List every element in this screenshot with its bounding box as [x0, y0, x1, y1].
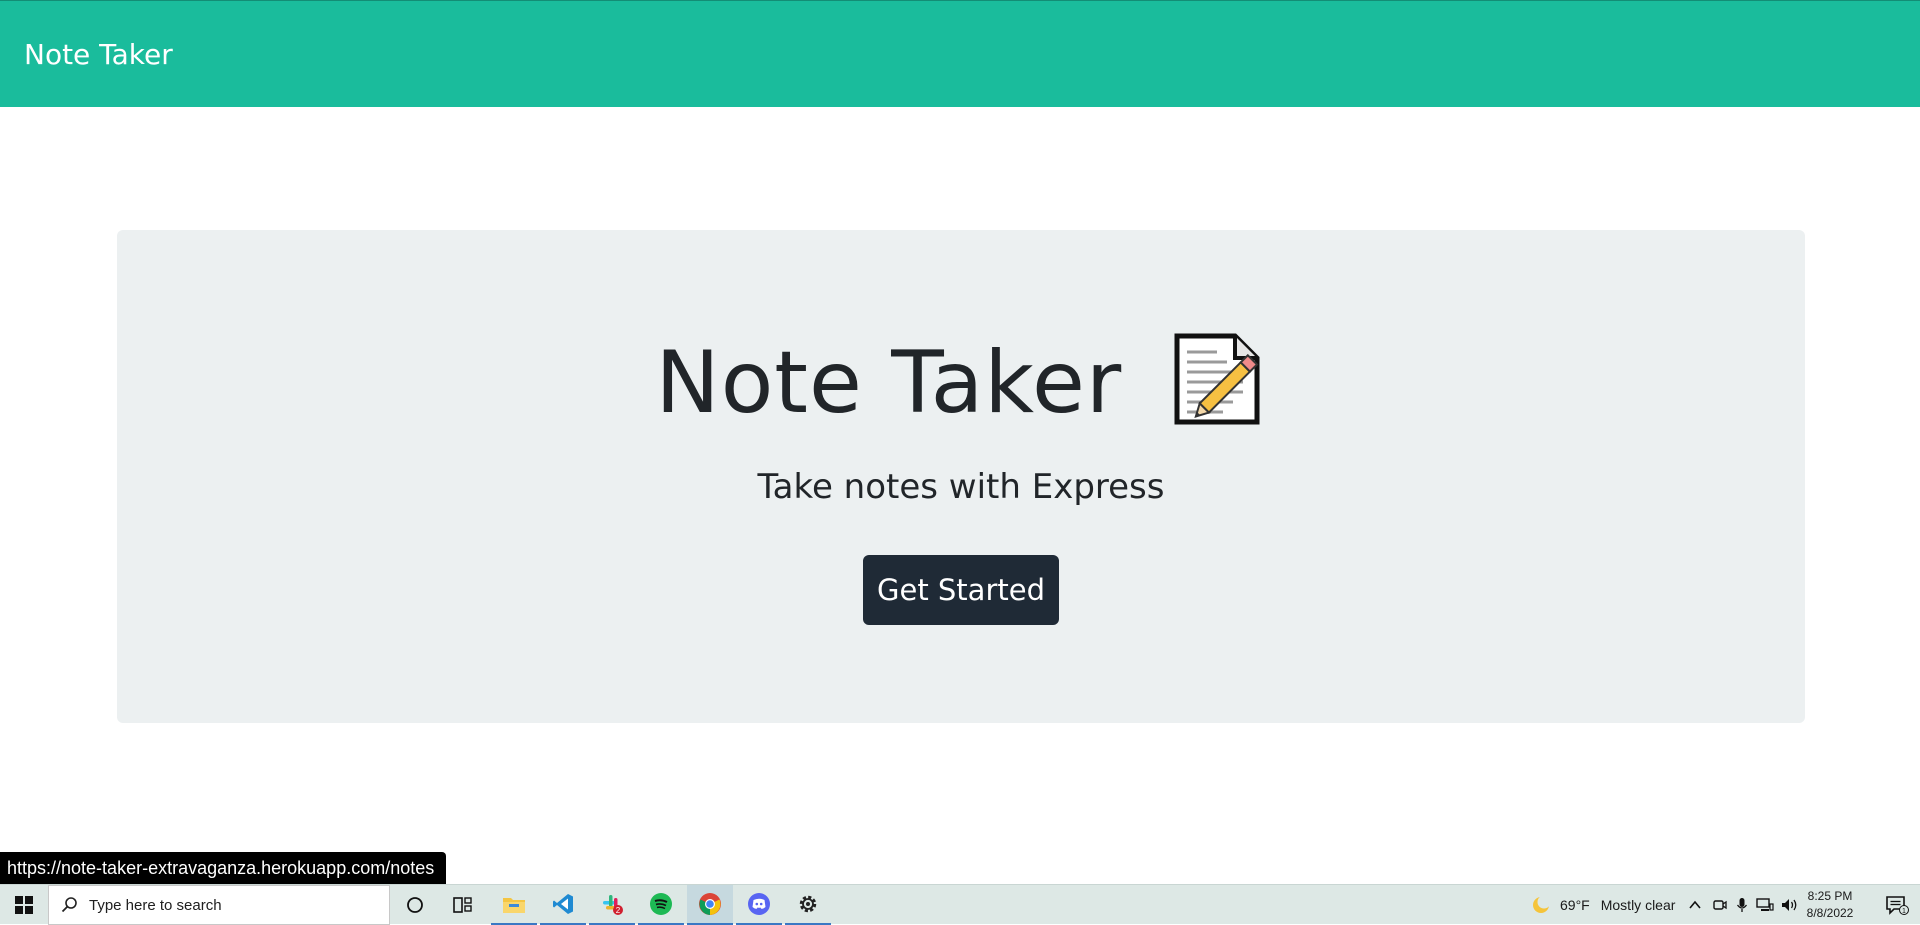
system-tray [1688, 885, 1799, 925]
weather-condition: Mostly clear [1600, 897, 1676, 913]
clock-date: 8/8/2022 [1806, 906, 1854, 920]
meet-now-icon[interactable] [1712, 897, 1728, 913]
slack-badge: 2 [616, 906, 621, 915]
start-button[interactable] [0, 885, 48, 925]
chrome-icon [699, 893, 721, 915]
task-view-icon [453, 897, 472, 913]
weather-temp: 69°F [1560, 897, 1590, 913]
taskbar-search-box[interactable]: Type here to search [48, 885, 390, 925]
discord-icon [748, 893, 770, 915]
cortana-button[interactable] [392, 885, 438, 925]
taskbar-app-settings[interactable] [785, 885, 831, 925]
moon-icon [1533, 895, 1551, 913]
navbar: Note Taker [0, 0, 1920, 107]
weather-widget[interactable]: 69°F Mostly clear [1531, 885, 1675, 925]
taskbar-app-slack[interactable]: 2 [589, 885, 635, 925]
notification-center-button[interactable]: 1 [1874, 885, 1920, 925]
windows-logo-icon [15, 896, 33, 914]
get-started-button[interactable]: Get Started [863, 555, 1059, 625]
task-view-button[interactable] [440, 885, 486, 925]
clock-time: 8:25 PM [1807, 889, 1853, 903]
hero-jumbotron: Note Taker Take notes with Express Get S… [117, 230, 1805, 723]
vscode-icon [553, 894, 573, 914]
taskbar-app-vscode[interactable] [540, 885, 586, 925]
link-status-tooltip: https://note-taker-extravaganza.herokuap… [0, 852, 447, 884]
hero-subtitle: Take notes with Express [757, 467, 1165, 507]
taskbar-app-spotify[interactable] [638, 885, 684, 925]
navbar-brand[interactable]: Note Taker [24, 38, 173, 71]
taskbar-clock[interactable]: 8:25 PM 8/8/2022 [1795, 888, 1865, 922]
notification-count: 1 [1902, 908, 1906, 915]
notification-icon: 1 [1886, 896, 1909, 915]
taskbar-app-chrome[interactable] [687, 885, 733, 925]
spotify-icon [650, 893, 672, 915]
search-icon [61, 897, 77, 913]
memo-icon [1174, 333, 1260, 425]
network-icon[interactable] [1756, 897, 1774, 913]
slack-icon: 2 [603, 895, 623, 915]
file-explorer-icon [503, 898, 525, 913]
search-placeholder: Type here to search [89, 896, 222, 914]
windows-taskbar: Type here to search 2 69°F Mostly clear … [0, 884, 1920, 925]
hero-title-row: Note Taker [117, 330, 1805, 433]
hero-title: Note Taker [655, 333, 1123, 433]
taskbar-app-discord[interactable] [736, 885, 782, 925]
taskbar-app-file-explorer[interactable] [491, 885, 537, 925]
settings-icon [799, 895, 817, 913]
cortana-icon [407, 897, 423, 913]
chevron-up-icon[interactable] [1688, 898, 1702, 912]
microphone-icon[interactable] [1735, 897, 1749, 913]
